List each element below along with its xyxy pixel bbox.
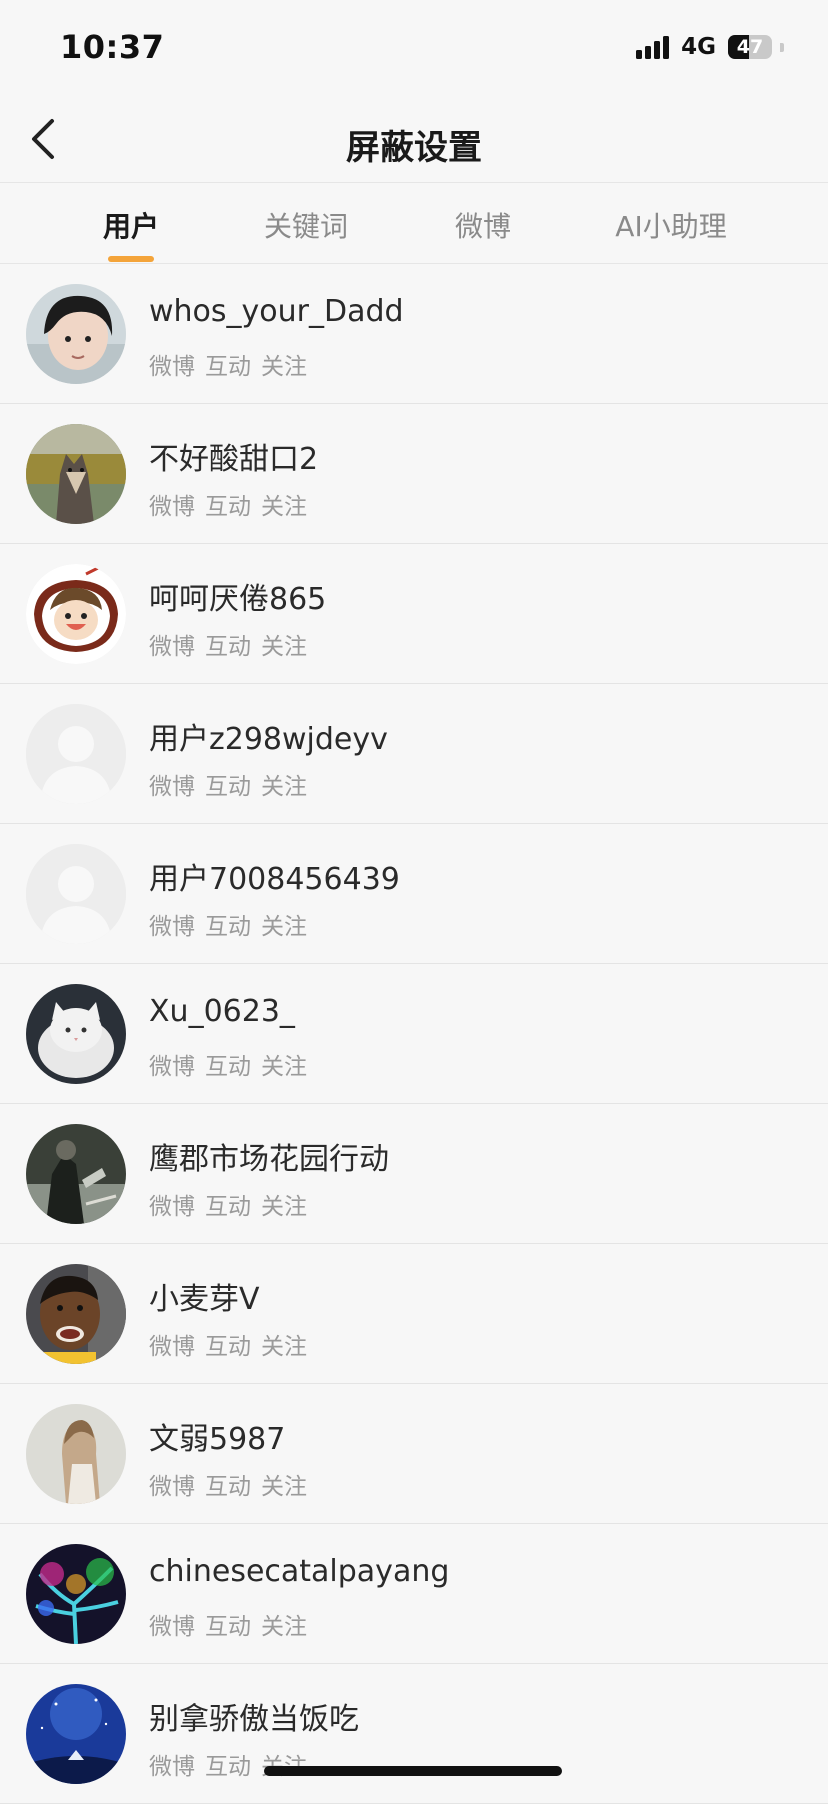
user-name: 小麦芽V [149, 1282, 260, 1317]
status-time: 10:37 [60, 28, 165, 66]
user-name: 文弱5987 [149, 1422, 286, 1457]
block-scope-labels: 微博 互动 关注 [149, 347, 307, 381]
scope-weibo[interactable]: 微博 [149, 347, 195, 381]
status-indicators: 4G 47 [636, 34, 784, 60]
scope-follow[interactable]: 关注 [261, 347, 307, 381]
user-name: 不好酸甜口2 [149, 442, 319, 477]
scope-weibo[interactable]: 微博 [149, 1047, 195, 1081]
scope-weibo[interactable]: 微博 [149, 767, 195, 801]
scope-interaction[interactable]: 互动 [205, 1607, 251, 1641]
user-name: 用户z298wjdeyv [149, 722, 388, 757]
scope-weibo[interactable]: 微博 [149, 627, 195, 661]
block-scope-labels: 微博 互动 关注 [149, 1607, 307, 1641]
scope-follow[interactable]: 关注 [261, 1607, 307, 1641]
list-item[interactable]: 用户z298wjdeyv 微博 互动 关注 [0, 684, 828, 824]
page-title: 屏蔽设置 [346, 128, 482, 168]
scope-weibo[interactable]: 微博 [149, 1467, 195, 1501]
avatar[interactable] [26, 1264, 126, 1364]
status-bar: 10:37 4G 47 [0, 0, 828, 100]
scope-weibo[interactable]: 微博 [149, 1187, 195, 1221]
tab-bar: 用户 关键词 微博 AI小助理 [0, 183, 828, 263]
tab-keywords[interactable]: 关键词 [264, 205, 348, 245]
battery-icon: 47 [728, 35, 772, 59]
list-item[interactable]: 小麦芽V 微博 互动 关注 [0, 1244, 828, 1384]
list-item[interactable]: 文弱5987 微博 互动 关注 [0, 1384, 828, 1524]
block-scope-labels: 微博 互动 关注 [149, 907, 307, 941]
scope-follow[interactable]: 关注 [261, 767, 307, 801]
battery-tip [780, 42, 784, 52]
avatar[interactable] [26, 984, 126, 1084]
avatar[interactable] [26, 844, 126, 944]
user-name: 用户7008456439 [149, 862, 400, 897]
network-type: 4G [681, 34, 716, 60]
user-name: whos_your_Dadd [149, 294, 404, 329]
tab-ai-assistant[interactable]: AI小助理 [615, 205, 726, 245]
block-scope-labels: 微博 互动 关注 [149, 1187, 307, 1221]
avatar[interactable] [26, 1124, 126, 1224]
list-item[interactable]: 鹰郡市场花园行动 微博 互动 关注 [0, 1104, 828, 1244]
scope-weibo[interactable]: 微博 [149, 1607, 195, 1641]
home-indicator[interactable] [264, 1766, 562, 1776]
list-item[interactable]: Xu_0623_ 微博 互动 关注 [0, 964, 828, 1104]
scope-weibo[interactable]: 微博 [149, 907, 195, 941]
scope-weibo[interactable]: 微博 [149, 1747, 195, 1781]
block-scope-labels: 微博 互动 关注 [149, 487, 307, 521]
block-scope-labels: 微博 互动 关注 [149, 1327, 307, 1361]
list-item[interactable]: 别拿骄傲当饭吃 微博 互动 关注 [0, 1664, 828, 1804]
scope-interaction[interactable]: 互动 [205, 1467, 251, 1501]
default-avatar-icon [26, 844, 126, 944]
block-scope-labels: 微博 互动 关注 [149, 627, 307, 661]
scope-follow[interactable]: 关注 [261, 1187, 307, 1221]
scope-follow[interactable]: 关注 [261, 1327, 307, 1361]
cellular-signal-icon [636, 35, 670, 59]
scope-interaction[interactable]: 互动 [205, 907, 251, 941]
scope-follow[interactable]: 关注 [261, 627, 307, 661]
scope-interaction[interactable]: 互动 [205, 767, 251, 801]
scope-interaction[interactable]: 互动 [205, 1327, 251, 1361]
block-scope-labels: 微博 互动 关注 [149, 1047, 307, 1081]
avatar[interactable] [26, 1404, 126, 1504]
scope-interaction[interactable]: 互动 [205, 627, 251, 661]
avatar[interactable] [26, 424, 126, 524]
list-item[interactable]: chinesecatalpayang 微博 互动 关注 [0, 1524, 828, 1664]
user-name: 别拿骄傲当饭吃 [149, 1702, 359, 1737]
scope-interaction[interactable]: 互动 [205, 1187, 251, 1221]
battery-percent: 47 [736, 36, 764, 58]
user-name: 呵呵厌倦865 [149, 582, 327, 617]
list-item[interactable]: whos_your_Dadd 微博 互动 关注 [0, 264, 828, 404]
scope-follow[interactable]: 关注 [261, 1047, 307, 1081]
scope-interaction[interactable]: 互动 [205, 1047, 251, 1081]
default-avatar-icon [26, 704, 126, 804]
block-scope-labels: 微博 互动 关注 [149, 1467, 307, 1501]
blocked-user-list: whos_your_Dadd 微博 互动 关注 不好酸甜口2 微博 互动 关注 [0, 264, 828, 1804]
scope-weibo[interactable]: 微博 [149, 1327, 195, 1361]
navigation-bar: 屏蔽设置 [0, 100, 828, 182]
list-item[interactable]: 呵呵厌倦865 微博 互动 关注 [0, 544, 828, 684]
avatar[interactable] [26, 284, 126, 384]
user-name: Xu_0623_ [149, 994, 295, 1029]
scope-follow[interactable]: 关注 [261, 487, 307, 521]
active-tab-indicator [108, 256, 154, 262]
user-name: chinesecatalpayang [149, 1554, 450, 1589]
tab-users[interactable]: 用户 [103, 205, 159, 245]
avatar[interactable] [26, 1544, 126, 1644]
user-name: 鹰郡市场花园行动 [149, 1142, 389, 1177]
avatar[interactable] [26, 564, 126, 664]
block-scope-labels: 微博 互动 关注 [149, 767, 307, 801]
scope-interaction[interactable]: 互动 [205, 487, 251, 521]
scope-interaction[interactable]: 互动 [205, 347, 251, 381]
tab-weibo[interactable]: 微博 [455, 205, 511, 245]
scope-interaction[interactable]: 互动 [205, 1747, 251, 1781]
avatar[interactable] [26, 1684, 126, 1784]
avatar[interactable] [26, 704, 126, 804]
list-item[interactable]: 用户7008456439 微博 互动 关注 [0, 824, 828, 964]
scope-follow[interactable]: 关注 [261, 1467, 307, 1501]
list-item[interactable]: 不好酸甜口2 微博 互动 关注 [0, 404, 828, 544]
scope-weibo[interactable]: 微博 [149, 487, 195, 521]
scope-follow[interactable]: 关注 [261, 907, 307, 941]
